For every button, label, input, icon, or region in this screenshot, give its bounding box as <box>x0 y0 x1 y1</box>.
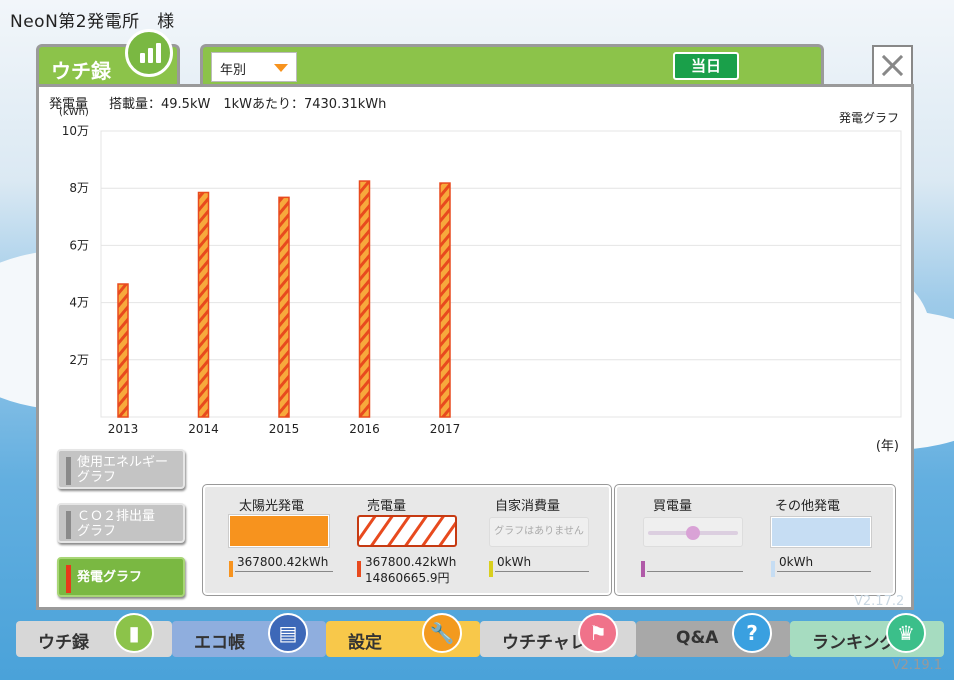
y-tick-label: 8万 <box>69 181 89 195</box>
generation-graph-button[interactable]: 発電グラフ <box>57 557 185 597</box>
legend-bought-underline <box>647 571 743 572</box>
bar-chart-icon <box>125 29 173 77</box>
notebook-icon: ▤ <box>268 613 308 653</box>
bar-2015 <box>278 196 290 418</box>
chevron-down-icon <box>274 64 288 72</box>
bar-2013 <box>117 283 129 418</box>
top-toolbar: 年別 当日 <box>200 44 824 88</box>
legend-sold-value: 367800.42kWh <box>365 555 457 569</box>
legend-bought-mark <box>641 561 645 577</box>
legend-other-underline <box>777 571 871 572</box>
legend-other-mark <box>771 561 775 577</box>
legend-solar-swatch <box>229 515 329 547</box>
nav-notebook[interactable]: エコ帳 ▤ <box>172 613 326 657</box>
legend-bought-title: 買電量 <box>653 499 693 514</box>
bar-2017 <box>439 182 451 418</box>
nav-flag[interactable]: ウチチャレ ⚑ <box>480 613 636 657</box>
legend-solar-title: 太陽光発電 <box>239 499 305 514</box>
flag-icon: ⚑ <box>578 613 618 653</box>
legend-solar-value: 367800.42kWh <box>237 555 329 569</box>
plot-area <box>100 130 902 418</box>
legend-generation: 太陽光発電 367800.42kWh 売電量 367800.42kWh 1486… <box>202 484 612 596</box>
version-text: V2.19.1 <box>891 658 942 673</box>
x-tick-label: 2015 <box>269 422 300 436</box>
energy-usage-graph-label: 使用エネルギー グラフ <box>77 455 169 485</box>
generation-graph-label: 発電グラフ <box>77 570 143 585</box>
energy-usage-graph-button[interactable]: 使用エネルギー グラフ <box>57 449 185 489</box>
nav-wrench[interactable]: 設定 🔧 <box>326 613 480 657</box>
legend-self-placeholder: グラフはありません <box>489 517 589 547</box>
y-tick-label: 4万 <box>69 296 89 310</box>
legend-sold-mark <box>357 561 361 577</box>
legend-self-mark <box>489 561 493 577</box>
today-button[interactable]: 当日 <box>673 52 739 80</box>
nav-label: Q&A <box>676 628 719 648</box>
nav-crown[interactable]: ランキング ♛ <box>790 613 944 657</box>
close-icon[interactable] <box>872 45 913 86</box>
period-select-value: 年別 <box>220 63 247 78</box>
crown-icon: ♛ <box>886 613 926 653</box>
nav-label: ウチチャレ <box>502 633 587 653</box>
y-tick-label: 2万 <box>69 353 89 367</box>
question-icon: ? <box>732 613 772 653</box>
tab-label: ウチ録 <box>51 59 111 83</box>
legend-solar-underline <box>235 571 333 572</box>
legend-other: 買電量 その他発電 0kWh <box>614 484 896 596</box>
x-tick-label: 2017 <box>430 422 461 436</box>
tab-uchiroku[interactable]: ウチ録 <box>36 29 180 88</box>
co2-graph-label: ＣＯ２排出量 グラフ <box>77 509 156 539</box>
legend-solar-mark <box>229 561 233 577</box>
graph-panel: 発電量 (kWh) 搭載量：49.5kW 1kWあたり：7430.31kWh 発… <box>36 84 914 610</box>
legend-other-title: その他発電 <box>775 499 841 514</box>
nav-label: エコ帳 <box>194 633 245 653</box>
legend-self-title: 自家消費量 <box>495 499 561 514</box>
nav-bar-chart[interactable]: ウチ録 ▮ <box>16 613 172 657</box>
legend-other-swatch <box>771 517 871 547</box>
y-tick-label: 10万 <box>62 124 89 138</box>
bar-2016 <box>358 180 371 418</box>
wrench-icon: 🔧 <box>422 613 462 653</box>
period-select[interactable]: 年別 <box>211 52 297 82</box>
nav-label: ランキング <box>812 633 897 653</box>
nav-question[interactable]: Q&A? <box>636 613 790 657</box>
bar-chart-icon: ▮ <box>114 613 154 653</box>
nav-label: 設定 <box>348 633 382 653</box>
x-tick-label: 2016 <box>349 422 380 436</box>
legend-self-underline <box>495 571 589 572</box>
x-tick-label: 2014 <box>188 422 219 436</box>
legend-sold-yen: 14860665.9円 <box>365 571 450 585</box>
bar-2014 <box>197 191 210 418</box>
y-tick-label: 6万 <box>69 238 89 252</box>
co2-graph-button[interactable]: ＣＯ２排出量 グラフ <box>57 503 185 543</box>
legend-bought-swatch <box>643 517 743 547</box>
legend-self-value: 0kWh <box>497 555 532 569</box>
ghost-version-text: V2.17.2 <box>854 594 905 609</box>
nav-label: ウチ録 <box>38 633 89 653</box>
legend-other-value: 0kWh <box>779 555 814 569</box>
x-tick-label: 2013 <box>108 422 139 436</box>
legend-sold-swatch <box>357 515 457 547</box>
legend-sold-title: 売電量 <box>367 499 407 514</box>
